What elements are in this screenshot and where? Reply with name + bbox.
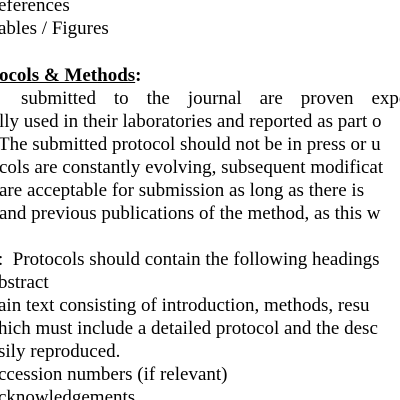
paragraph-word: experi [371,88,400,109]
list-item-main-text-continued: hich must include a detailed protocol an… [0,318,378,339]
section-heading-colon: : [135,65,142,86]
list-item-references: eferences [0,0,70,16]
section-heading: ocols & Methods [0,65,136,86]
section-heading-line: ocols & Methods: [0,66,141,85]
paragraph-line-1: submitted to the journal are proven expe… [0,89,400,108]
paragraph-word: to [113,88,129,109]
list-item-tables-figures: ables / Figures [0,18,109,39]
list-item-abstract: bstract [0,272,49,293]
list-item-main-text: ain text consisting of introduction, met… [0,295,370,316]
headings-intro: : Protocols should contain the following… [0,249,380,270]
paragraph-word: the [146,88,170,109]
paragraph-line-6: and previous publications of the method,… [0,203,381,224]
paragraph-word: journal [187,88,242,109]
paragraph-word: are [259,88,283,109]
list-item-acknowledgements: cknowledgements [0,387,136,400]
document-page: eferences ables / Figures ocols & Method… [0,0,400,400]
paragraph-word: proven [300,88,354,109]
paragraph-line-3: The submitted protocol should not be in … [0,134,381,155]
list-item-accession: ccession numbers (if relevant) [0,364,228,385]
paragraph-line-4: cols are constantly evolving, subsequent… [0,157,384,178]
paragraph-line-5: are acceptable for submission as long as… [0,180,365,201]
list-item-main-text-end: sily reproduced. [0,341,121,362]
paragraph-line-2: lly used in their laboratories and repor… [0,111,382,132]
paragraph-word: submitted [21,88,96,109]
